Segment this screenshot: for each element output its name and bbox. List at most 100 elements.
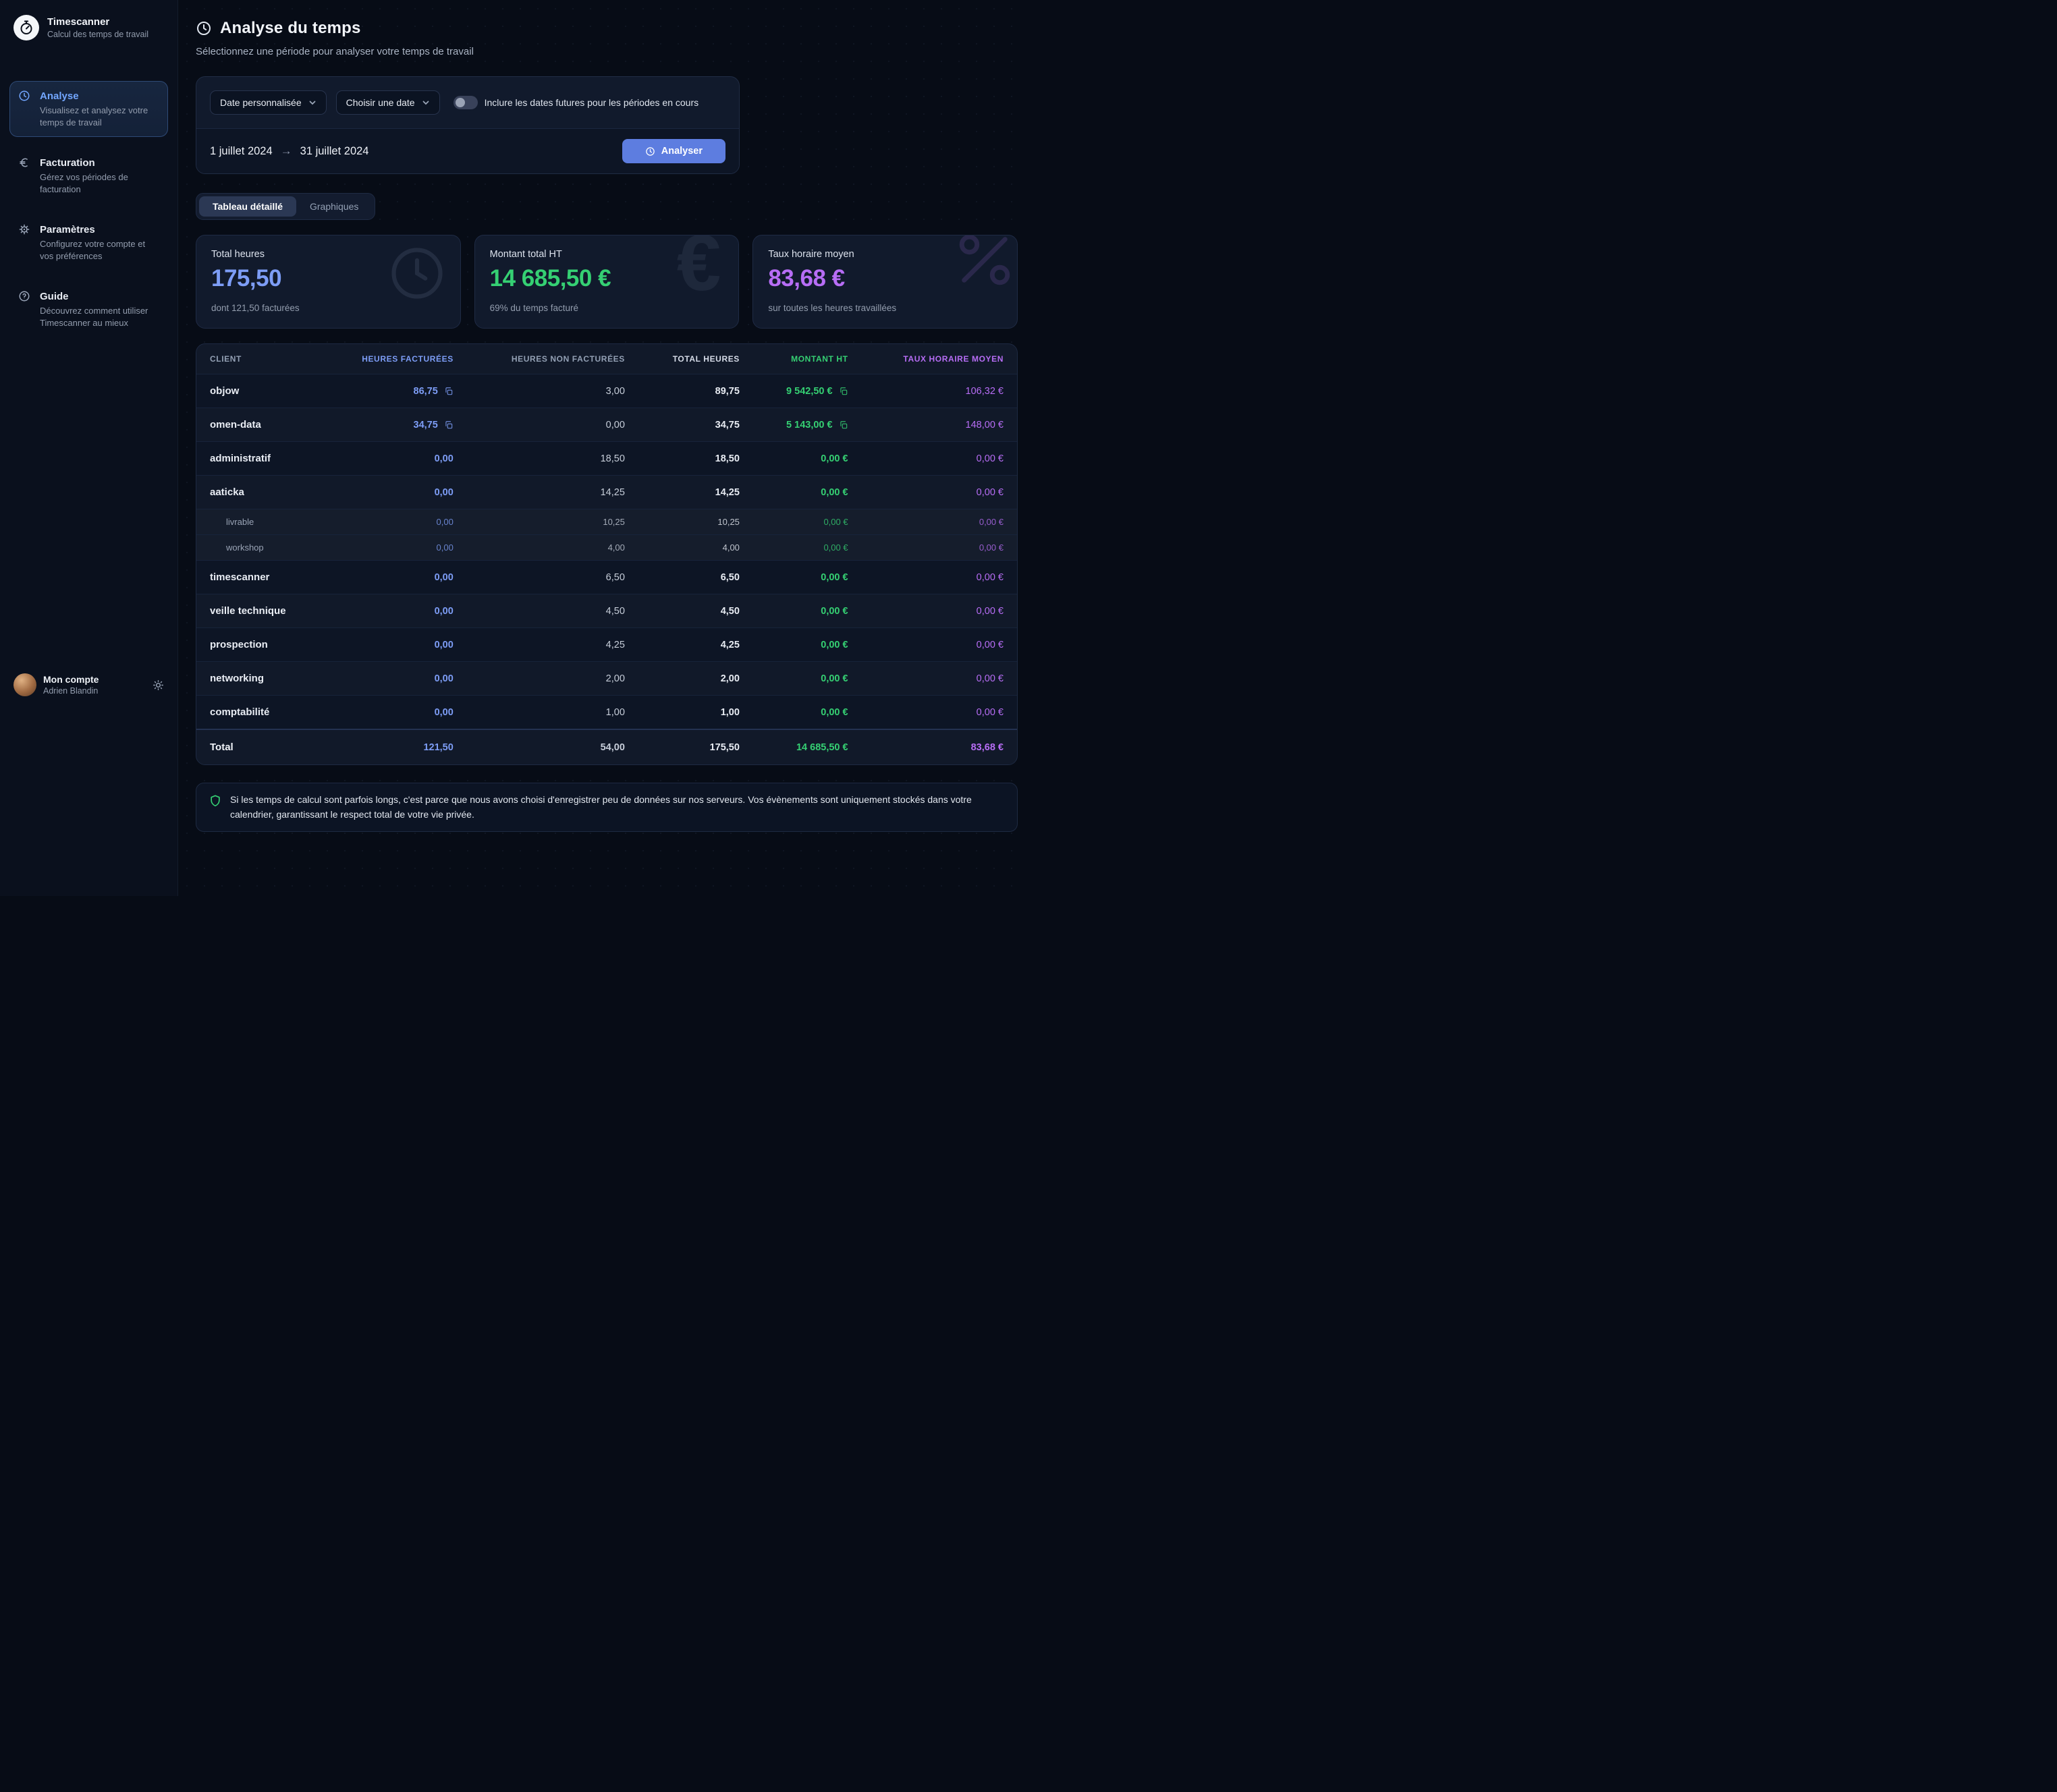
client-cell: workshop xyxy=(196,535,322,561)
table-row: administratif 0,00 18,50 18,50 0,00 € 0,… xyxy=(196,442,1017,476)
unbilled-cell: 6,50 xyxy=(467,561,638,594)
unbilled-cell: 0,00 xyxy=(467,408,638,442)
client-cell: timescanner xyxy=(196,561,322,594)
total-rate-cell: 83,68 € xyxy=(862,729,1017,764)
clock-icon xyxy=(196,20,212,36)
future-dates-toggle-group: Inclure les dates futures pour les pério… xyxy=(454,96,699,109)
billed-value: 86,75 xyxy=(414,386,438,397)
chevron-down-icon xyxy=(308,99,317,107)
copy-icon xyxy=(444,387,454,396)
account-username: Adrien Blandin xyxy=(43,686,99,696)
total-cell: 14,25 xyxy=(638,476,753,509)
period-filter-card: Date personnalisée Choisir une date Incl… xyxy=(196,76,740,174)
main-content: Analyse du temps Sélectionnez une périod… xyxy=(178,0,1028,896)
column-unbilled-hours: HEURES NON FACTURÉES xyxy=(467,344,638,374)
table-row: prospection 0,00 4,25 4,25 0,00 € 0,00 € xyxy=(196,628,1017,662)
billed-cell: 0,00 xyxy=(322,442,467,476)
amount-cell: 9 542,50 € xyxy=(753,374,862,408)
period-type-select[interactable]: Date personnalisée xyxy=(210,90,327,115)
shield-icon xyxy=(209,794,222,808)
total-cell: 10,25 xyxy=(638,509,753,535)
rate-cell: 0,00 € xyxy=(862,696,1017,730)
sidebar-item-analyse[interactable]: Analyse Visualisez et analysez votre tem… xyxy=(9,81,168,137)
date-select[interactable]: Choisir une date xyxy=(336,90,440,115)
total-billed-cell: 121,50 xyxy=(322,729,467,764)
sidebar: Timescanner Calcul des temps de travail … xyxy=(0,0,178,896)
unbilled-cell: 10,25 xyxy=(467,509,638,535)
total-cell: 1,00 xyxy=(638,696,753,730)
table-subrow: livrable 0,00 10,25 10,25 0,00 € 0,00 € xyxy=(196,509,1017,535)
analyze-button-label: Analyser xyxy=(661,146,703,157)
future-dates-toggle[interactable] xyxy=(454,96,478,109)
billed-cell: 0,00 xyxy=(322,535,467,561)
table-row: aaticka 0,00 14,25 14,25 0,00 € 0,00 € xyxy=(196,476,1017,509)
total-cell: 18,50 xyxy=(638,442,753,476)
unbilled-cell: 2,00 xyxy=(467,662,638,696)
brand-text: Timescanner Calcul des temps de travail xyxy=(47,16,148,39)
sun-icon xyxy=(153,679,164,691)
copy-icon xyxy=(839,420,848,430)
chevron-down-icon xyxy=(422,99,430,107)
tab-tableau-detaille[interactable]: Tableau détaillé xyxy=(199,196,296,217)
sidebar-item-parametres[interactable]: Paramètres Configurez votre compte et vo… xyxy=(9,215,168,271)
rate-cell: 106,32 € xyxy=(862,374,1017,408)
rate-cell: 0,00 € xyxy=(862,628,1017,662)
avatar[interactable] xyxy=(13,673,36,696)
stat-card-total-amount: Montant total HT 14 685,50 € 69% du temp… xyxy=(474,235,740,329)
billed-cell: 0,00 xyxy=(322,561,467,594)
total-cell: 89,75 xyxy=(638,374,753,408)
copy-button[interactable] xyxy=(839,387,848,396)
billed-value: 34,75 xyxy=(414,420,438,430)
amount-cell: 0,00 € xyxy=(753,662,862,696)
amount-cell: 0,00 € xyxy=(753,476,862,509)
help-icon xyxy=(18,290,30,302)
stat-note: 69% du temps facturé xyxy=(490,303,724,313)
start-date: 1 juillet 2024 xyxy=(210,145,273,158)
app-name: Timescanner xyxy=(47,16,148,28)
page-header: Analyse du temps xyxy=(196,19,1018,38)
gear-icon xyxy=(18,223,30,235)
copy-button[interactable] xyxy=(839,420,848,430)
table-row: veille technique 0,00 4,50 4,50 0,00 € 0… xyxy=(196,594,1017,628)
table-header-row: CLIENT HEURES FACTURÉES HEURES NON FACTU… xyxy=(196,344,1017,374)
stat-title: Total heures xyxy=(211,249,445,260)
filter-controls: Date personnalisée Choisir une date Incl… xyxy=(196,77,739,128)
copy-button[interactable] xyxy=(444,420,454,430)
amount-cell: 0,00 € xyxy=(753,628,862,662)
sidebar-item-guide[interactable]: Guide Découvrez comment utiliser Timesca… xyxy=(9,281,168,337)
sidebar-item-label: Analyse xyxy=(40,90,159,102)
total-cell: 6,50 xyxy=(638,561,753,594)
euro-icon xyxy=(18,157,30,169)
client-cell: omen-data xyxy=(196,408,322,442)
page-title: Analyse du temps xyxy=(220,19,361,38)
unbilled-cell: 4,00 xyxy=(467,535,638,561)
analyze-button[interactable]: Analyser xyxy=(622,139,725,163)
unbilled-cell: 18,50 xyxy=(467,442,638,476)
total-cell: 4,25 xyxy=(638,628,753,662)
view-tabs: Tableau détaillé Graphiques xyxy=(196,193,375,220)
sidebar-item-description: Visualisez et analysez votre temps de tr… xyxy=(40,105,159,128)
table-row: objow 86,75 3,00 89,75 9 542,50 € 106,32… xyxy=(196,374,1017,408)
copy-button[interactable] xyxy=(444,387,454,396)
table-total-row: Total 121,50 54,00 175,50 14 685,50 € 83… xyxy=(196,729,1017,764)
theme-toggle-button[interactable] xyxy=(153,679,164,691)
stat-note: sur toutes les heures travaillées xyxy=(768,303,1002,313)
total-label-cell: Total xyxy=(196,729,322,764)
client-cell: networking xyxy=(196,662,322,696)
period-type-value: Date personnalisée xyxy=(220,97,302,108)
unbilled-cell: 3,00 xyxy=(467,374,638,408)
amount-cell: 0,00 € xyxy=(753,535,862,561)
column-total-hours: TOTAL HEURES xyxy=(638,344,753,374)
billed-cell: 0,00 xyxy=(322,662,467,696)
stat-title: Taux horaire moyen xyxy=(768,249,1002,260)
app-logo xyxy=(13,15,39,40)
table-row: networking 0,00 2,00 2,00 0,00 € 0,00 € xyxy=(196,662,1017,696)
rate-cell: 0,00 € xyxy=(862,509,1017,535)
sidebar-item-facturation[interactable]: Facturation Gérez vos périodes de factur… xyxy=(9,148,168,204)
date-range: 1 juillet 2024 → 31 juillet 2024 xyxy=(210,144,368,158)
app-subtitle: Calcul des temps de travail xyxy=(47,30,148,39)
tab-graphiques[interactable]: Graphiques xyxy=(296,196,372,217)
unbilled-cell: 14,25 xyxy=(467,476,638,509)
clock-icon xyxy=(645,146,655,157)
sidebar-item-label: Facturation xyxy=(40,157,159,169)
